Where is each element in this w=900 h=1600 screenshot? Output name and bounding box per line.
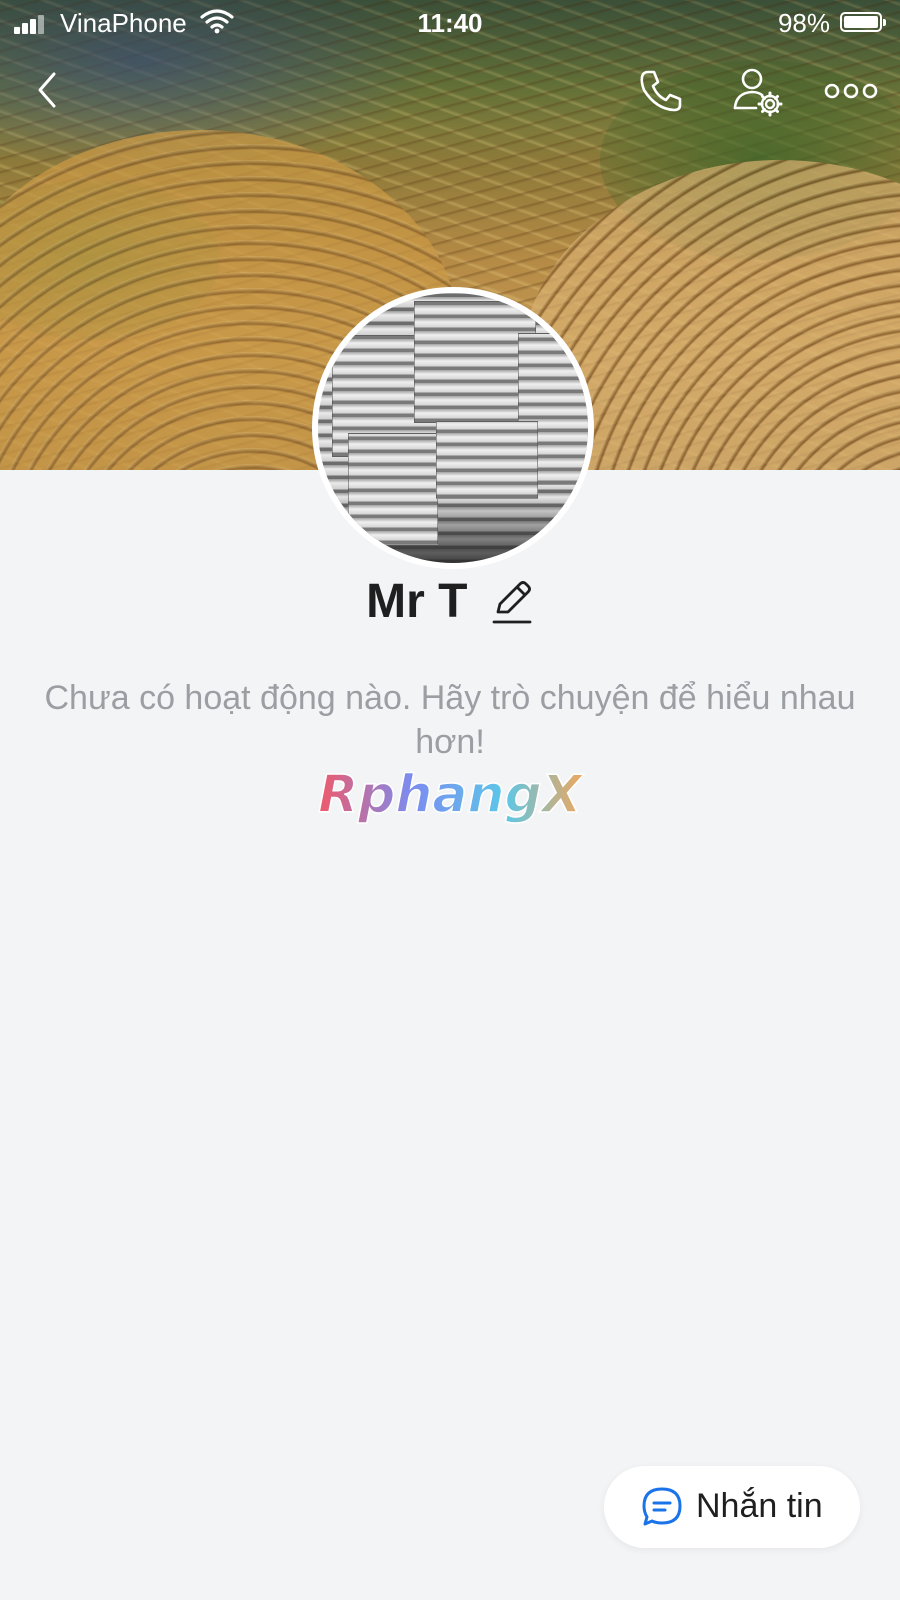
back-button[interactable] bbox=[26, 68, 70, 112]
clock: 11:40 bbox=[417, 8, 483, 38]
phone-icon bbox=[640, 70, 682, 112]
send-message-button[interactable]: Nhắn tin bbox=[604, 1466, 860, 1548]
user-gear-icon bbox=[733, 68, 783, 117]
pencil-icon bbox=[492, 580, 532, 623]
chevron-left-icon bbox=[38, 72, 56, 108]
chat-bubble-icon bbox=[642, 1487, 682, 1526]
profile-name-row: Mr T bbox=[0, 574, 900, 634]
watermark-text: RphangX bbox=[318, 765, 585, 825]
battery-icon bbox=[840, 12, 886, 32]
call-button[interactable] bbox=[636, 66, 686, 116]
watermark-logo: RphangX bbox=[0, 762, 900, 837]
status-bar: VinaPhone 11:40 98% bbox=[0, 0, 900, 46]
profile-settings-button[interactable] bbox=[732, 66, 786, 120]
empty-activity-message: Chưa có hoạt động nào. Hãy trò chuyện để… bbox=[44, 679, 856, 761]
more-dots-icon bbox=[824, 83, 878, 99]
avatar-detail bbox=[348, 433, 438, 545]
more-button[interactable] bbox=[824, 78, 878, 104]
edit-name-button[interactable] bbox=[490, 578, 534, 626]
watermark-logo-graphic: RphangX bbox=[317, 764, 585, 826]
battery-percent: 98% bbox=[777, 8, 830, 38]
send-message-label: Nhắn tin bbox=[696, 1487, 823, 1525]
avatar-detail bbox=[436, 421, 538, 499]
profile-name: Mr T bbox=[366, 575, 468, 628]
avatar[interactable] bbox=[312, 287, 594, 569]
